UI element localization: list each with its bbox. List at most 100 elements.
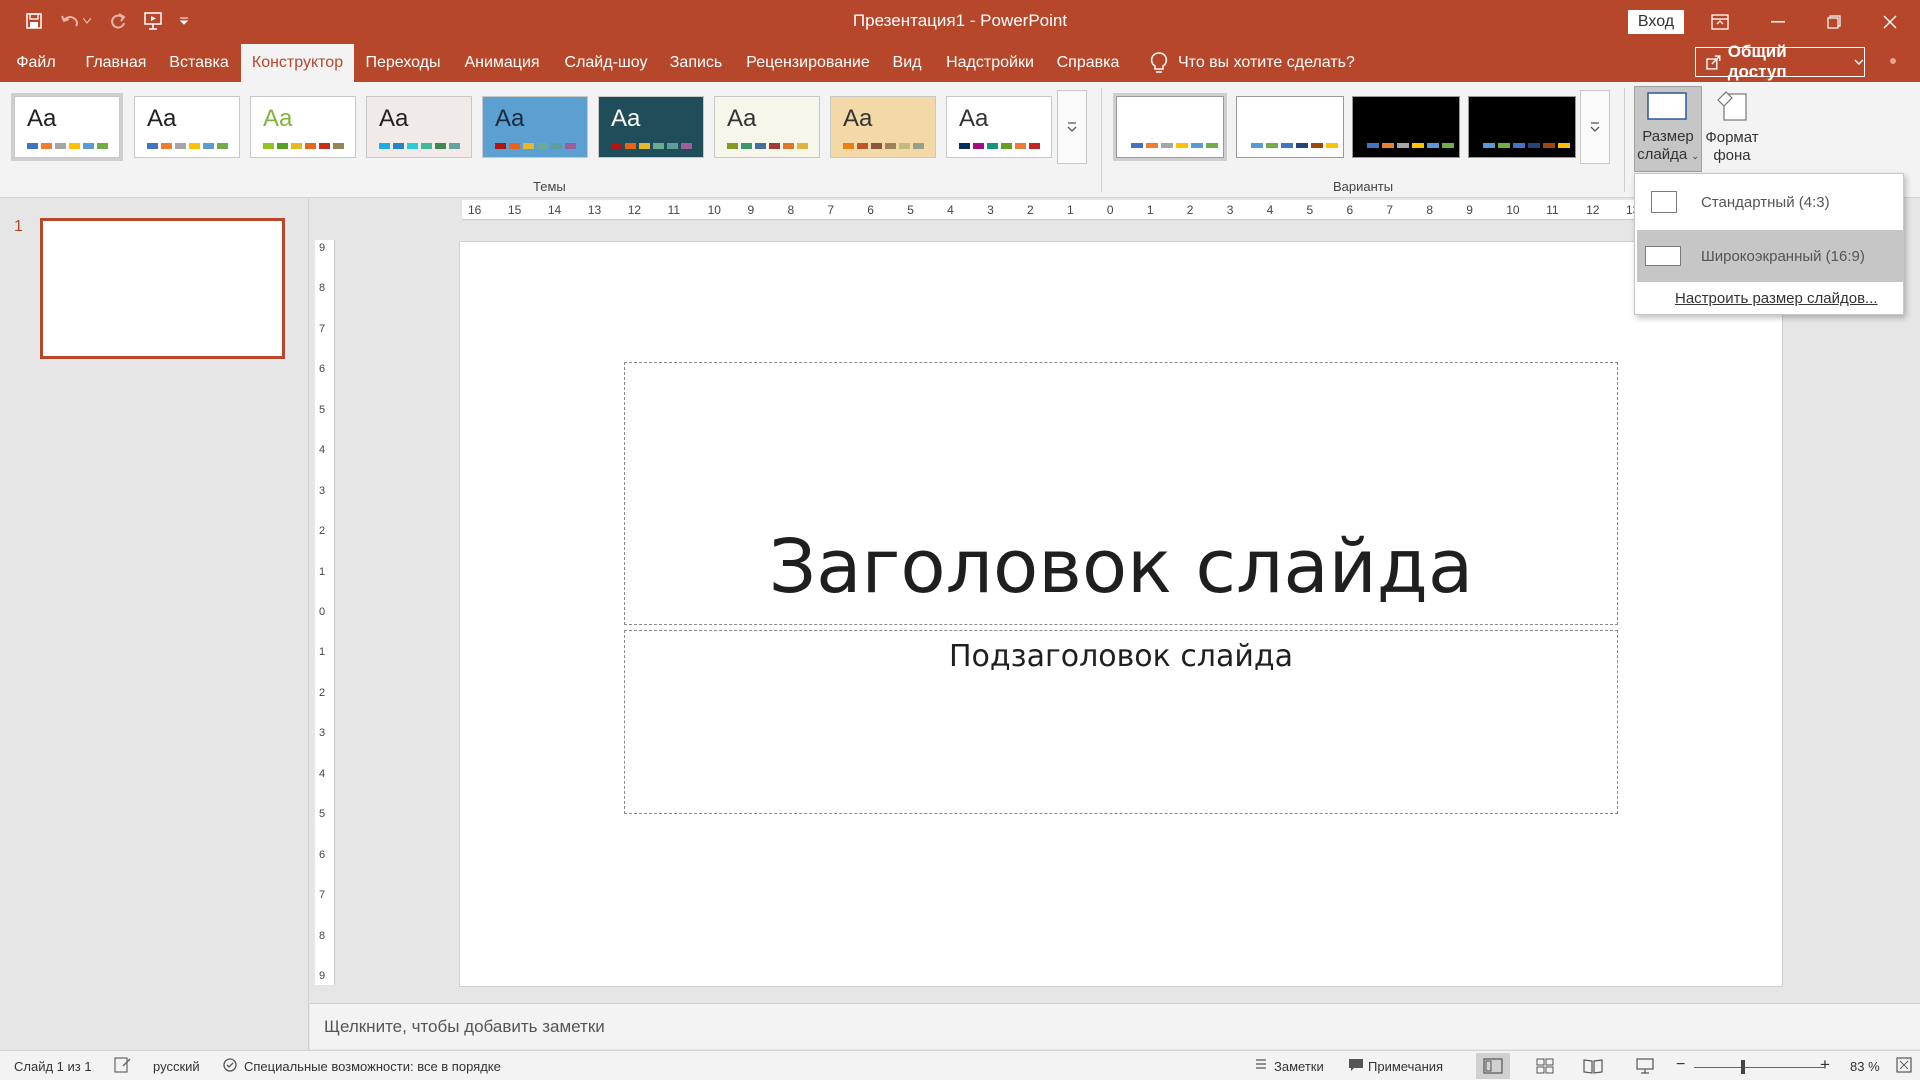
tab-review[interactable]: Рецензирование: [740, 44, 876, 82]
tell-me-box[interactable]: Что вы хотите сделать?: [1150, 44, 1355, 82]
ribbon-display-options-icon[interactable]: [1692, 0, 1748, 44]
close-icon[interactable]: [1862, 0, 1918, 44]
language-indicator[interactable]: русский: [153, 1059, 200, 1074]
ruler-label: 1: [319, 565, 326, 578]
theme-sample-text: Aa: [147, 105, 177, 132]
tab-transitions[interactable]: Переходы: [360, 44, 446, 82]
theme-thumbnail[interactable]: Aa: [482, 96, 588, 158]
tab-insert[interactable]: Вставка: [164, 44, 234, 82]
more-icon[interactable]: [1886, 54, 1900, 68]
slide-thumbnails-pane: 1: [0, 198, 309, 1050]
format-background-button[interactable]: Формат фона: [1704, 86, 1760, 172]
tab-slideshow[interactable]: Слайд-шоу: [560, 44, 652, 82]
ribbon-tabs: Файл Главная Вставка Конструктор Переход…: [0, 44, 1920, 82]
start-from-beginning-icon[interactable]: [140, 8, 168, 34]
menu-item-custom-size[interactable]: Настроить размер слайдов...: [1675, 290, 1878, 307]
color-swatch: [407, 143, 418, 149]
theme-thumbnail[interactable]: Aa: [134, 96, 240, 158]
subtitle-placeholder[interactable]: Подзаголовок слайда: [624, 630, 1618, 814]
tab-addins[interactable]: Надстройки: [942, 44, 1038, 82]
format-background-icon: [1717, 91, 1747, 121]
accessibility-icon[interactable]: [222, 1057, 240, 1078]
tab-view[interactable]: Вид: [886, 44, 928, 82]
tab-record[interactable]: Запись: [664, 44, 728, 82]
slide-canvas[interactable]: Заголовок слайда Подзаголовок слайда: [460, 242, 1782, 986]
tab-help[interactable]: Справка: [1052, 44, 1124, 82]
spelling-check-icon[interactable]: [114, 1057, 132, 1076]
tab-home[interactable]: Главная: [78, 44, 154, 82]
theme-sample-text: Aa: [379, 105, 409, 132]
save-icon[interactable]: [20, 8, 48, 34]
share-button[interactable]: Общий доступ: [1695, 42, 1865, 81]
theme-thumbnail[interactable]: Aa: [11, 93, 123, 161]
notes-icon[interactable]: [1254, 1057, 1268, 1074]
theme-thumbnail[interactable]: Aa: [830, 96, 936, 158]
theme-thumbnail[interactable]: Aa: [250, 96, 356, 158]
ruler-label: 3: [319, 727, 326, 740]
zoom-slider[interactable]: [1694, 1067, 1824, 1068]
color-swatch: [973, 143, 984, 149]
slide-size-button[interactable]: Размер слайда ⌄: [1634, 86, 1702, 172]
tab-file[interactable]: Файл: [6, 44, 66, 82]
accessibility-status[interactable]: Специальные возможности: все в порядке: [244, 1059, 501, 1074]
widescreen-size-icon: [1645, 246, 1681, 266]
notes-pane[interactable]: Щелкните, чтобы добавить заметки: [310, 1003, 1920, 1049]
slide-sorter-icon[interactable]: [1528, 1053, 1562, 1079]
ruler-label: 7: [319, 322, 326, 335]
variant-thumbnail[interactable]: [1236, 96, 1344, 158]
theme-thumbnail[interactable]: Aa: [598, 96, 704, 158]
slideshow-view-icon[interactable]: [1628, 1053, 1662, 1079]
menu-item-standard[interactable]: Стандартный (4:3): [1637, 176, 1903, 228]
theme-thumbnail[interactable]: Aa: [366, 96, 472, 158]
title-placeholder[interactable]: Заголовок слайда: [624, 362, 1618, 625]
notes-toggle[interactable]: Заметки: [1274, 1059, 1324, 1074]
variant-thumbnail[interactable]: [1113, 93, 1227, 161]
lightbulb-icon: [1150, 52, 1168, 73]
zoom-in-icon[interactable]: +: [1820, 1055, 1830, 1075]
undo-dropdown-icon[interactable]: [80, 8, 94, 34]
zoom-slider-thumb[interactable]: [1741, 1060, 1745, 1074]
title-bar: Презентация1 - PowerPoint Вход: [0, 0, 1920, 44]
sign-in-button[interactable]: Вход: [1628, 10, 1684, 34]
color-swatch: [551, 143, 562, 149]
normal-view-icon[interactable]: [1476, 1053, 1510, 1079]
notes-placeholder[interactable]: Щелкните, чтобы добавить заметки: [324, 1017, 605, 1037]
theme-color-swatches: [263, 143, 344, 149]
zoom-level[interactable]: 83 %: [1850, 1059, 1880, 1074]
theme-color-swatches: [843, 143, 924, 149]
ruler-label: 3: [1226, 203, 1234, 217]
slide-subtitle[interactable]: Подзаголовок слайда: [625, 639, 1617, 674]
ruler-label: 6: [319, 363, 326, 376]
variant-thumbnail[interactable]: [1352, 96, 1460, 158]
comments-icon[interactable]: [1348, 1057, 1364, 1076]
color-swatch: [1161, 143, 1173, 148]
ruler-label: 13: [587, 203, 602, 217]
color-swatch: [1311, 143, 1323, 148]
variant-thumbnail[interactable]: [1468, 96, 1576, 158]
comments-toggle[interactable]: Примечания: [1368, 1059, 1443, 1074]
slide-thumbnail[interactable]: [40, 218, 285, 359]
color-swatch: [175, 143, 186, 149]
color-swatch: [55, 143, 66, 149]
tab-animations[interactable]: Анимация: [456, 44, 548, 82]
theme-thumbnail[interactable]: Aa: [714, 96, 820, 158]
tab-design[interactable]: Конструктор: [241, 44, 354, 82]
menu-item-widescreen[interactable]: Широкоэкранный (16:9): [1637, 230, 1903, 282]
customize-qat-icon[interactable]: [174, 8, 194, 34]
color-swatch: [1397, 143, 1409, 148]
fit-to-window-icon[interactable]: [1896, 1057, 1912, 1076]
themes-more-button[interactable]: [1057, 90, 1087, 164]
redo-icon[interactable]: [104, 8, 132, 34]
restore-icon[interactable]: [1806, 0, 1862, 44]
ruler-label: 8: [1426, 203, 1434, 217]
slide-title[interactable]: Заголовок слайда: [625, 524, 1617, 610]
variants-more-button[interactable]: [1580, 90, 1610, 164]
ruler-label: 14: [547, 203, 562, 217]
zoom-out-icon[interactable]: −: [1676, 1056, 1685, 1074]
ruler-label: 15: [507, 203, 522, 217]
reading-view-icon[interactable]: [1576, 1053, 1610, 1079]
group-separator: [1101, 88, 1102, 192]
theme-thumbnail[interactable]: Aa: [946, 96, 1052, 158]
minimize-icon[interactable]: [1750, 0, 1806, 44]
share-label: Общий доступ: [1727, 42, 1787, 81]
